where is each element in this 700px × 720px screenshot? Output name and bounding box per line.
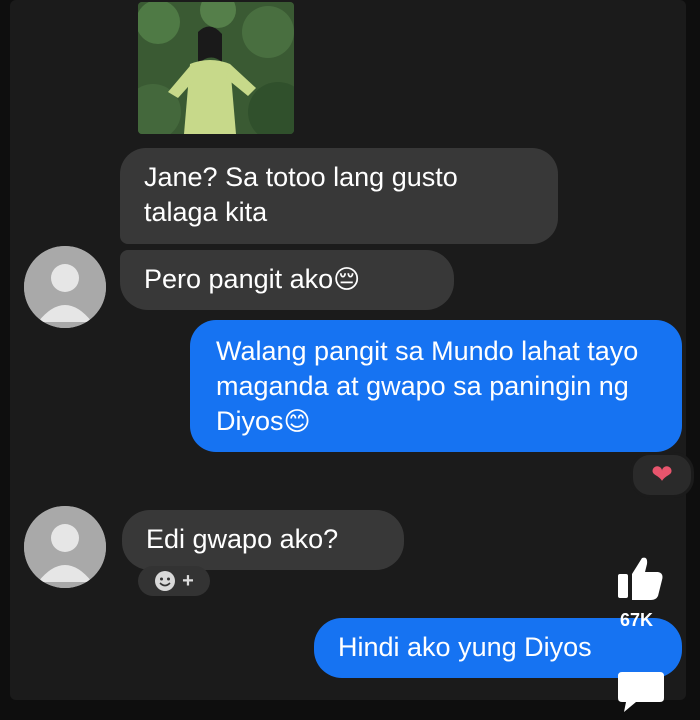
message-bubble-received[interactable]: Edi gwapo ako?: [122, 510, 404, 570]
like-count: 67K: [620, 610, 654, 630]
message-bubble-received[interactable]: Jane? Sa totoo lang gusto talaga kita: [120, 148, 558, 244]
message-text: Pero pangit ako: [144, 264, 334, 294]
message-text: Jane? Sa totoo lang gusto talaga kita: [144, 162, 458, 227]
message-text: Edi gwapo ako?: [146, 524, 339, 554]
avatar-placeholder-icon: [24, 506, 106, 588]
comment-icon: [618, 672, 664, 712]
add-reaction-button[interactable]: +: [138, 566, 210, 596]
thumbs-up-icon: [618, 557, 663, 600]
heart-reaction[interactable]: ❤: [630, 452, 694, 498]
comment-button[interactable]: [616, 668, 666, 714]
chat-screen: Jane? Sa totoo lang gusto talaga kita Pe…: [10, 0, 694, 700]
smiling-emoji: 😊: [283, 407, 311, 437]
message-bubble-received[interactable]: Pero pangit ako😔: [120, 250, 454, 310]
message-text: Walang pangit sa Mundo lahat tayo magand…: [216, 336, 639, 436]
avatar-placeholder-icon: [24, 246, 106, 328]
smiley-icon: [155, 571, 176, 591]
shared-photo[interactable]: [138, 2, 294, 134]
pensive-emoji: 😔: [333, 265, 361, 295]
contact-avatar[interactable]: [24, 506, 106, 588]
photo-image: [138, 2, 294, 134]
like-button[interactable]: [614, 552, 666, 604]
message-text: Hindi ako yung Diyos: [338, 632, 592, 662]
message-bubble-sent[interactable]: Walang pangit sa Mundo lahat tayo magand…: [190, 320, 682, 452]
plus-icon: +: [182, 569, 194, 592]
contact-avatar[interactable]: [24, 246, 106, 328]
heart-icon: ❤: [651, 460, 673, 490]
